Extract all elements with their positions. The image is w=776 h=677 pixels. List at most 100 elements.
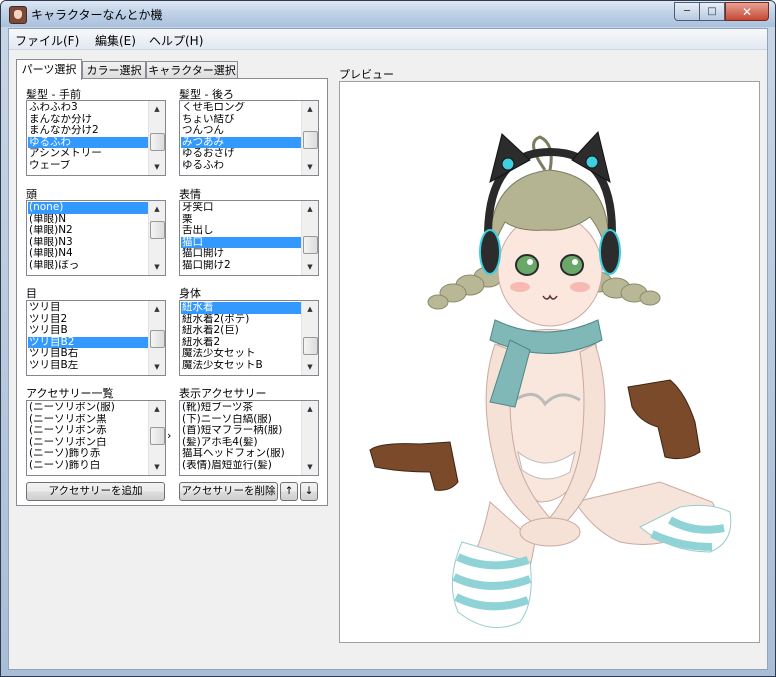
- move-down-button[interactable]: ↓: [300, 482, 318, 501]
- list-item[interactable]: 猫口開け: [181, 248, 301, 260]
- list-item[interactable]: (ニーソ)飾り赤: [28, 448, 148, 460]
- scroll-down-icon[interactable]: ▼: [302, 159, 318, 175]
- list-item[interactable]: ゆるおさげ: [181, 148, 301, 160]
- add-accessory-button[interactable]: アクセサリーを追加: [26, 482, 165, 501]
- menu-help[interactable]: ヘルプ(H): [149, 32, 203, 49]
- scroll-up-icon[interactable]: ▲: [302, 101, 318, 117]
- scroll-thumb[interactable]: [150, 330, 165, 348]
- list-expression[interactable]: 牙笑口栗舌出し 猫口 猫口開け 猫口開け2 ▲ ▼: [179, 200, 319, 276]
- vertical-scrollbar[interactable]: ▲ ▼: [148, 301, 165, 375]
- maximize-button[interactable]: □: [699, 2, 725, 21]
- minimize-button[interactable]: ─: [674, 2, 699, 21]
- scroll-thumb[interactable]: [303, 337, 318, 356]
- vertical-scrollbar[interactable]: ▲ ▼: [148, 201, 165, 275]
- list-item[interactable]: 魔法少女セット: [181, 348, 301, 360]
- list-item[interactable]: ちょい結び: [181, 114, 301, 126]
- list-item[interactable]: ツリ目: [28, 302, 148, 314]
- list-item[interactable]: ツリ目B右: [28, 348, 148, 360]
- scroll-down-icon[interactable]: ▼: [149, 159, 165, 175]
- list-body[interactable]: 紐水着 紐水着2(ボテ) 紐水着2(巨) 紐水着2 魔法少女セット 魔法少女セットB ▲ ▼: [179, 300, 319, 376]
- list-item[interactable]: (ニーソリボン(服): [28, 402, 148, 414]
- app-icon[interactable]: [9, 6, 27, 24]
- list-item[interactable]: (単眼)N2: [28, 225, 148, 237]
- list-item[interactable]: 猫口: [181, 236, 301, 249]
- vertical-scrollbar[interactable]: ▲ ▼: [301, 101, 318, 175]
- scroll-down-icon[interactable]: ▼: [302, 359, 318, 375]
- scroll-down-icon[interactable]: ▼: [149, 359, 165, 375]
- menu-edit[interactable]: 編集(E): [95, 32, 136, 49]
- list-head[interactable]: (none) (単眼)N (単眼)N2 (単眼)N3 (単眼)N4 (単眼)ぼっ ▲ ▼: [26, 200, 166, 276]
- list-item[interactable]: 猫耳ヘッドフォン(服): [181, 448, 301, 460]
- list-shown-accessories[interactable]: (靴)短ブーツ茶 (下)ニーソ白縞(服) (首)短マフラー柄(服) (髪)アホ毛4(髪…: [179, 400, 319, 476]
- move-up-button[interactable]: ↑: [280, 482, 298, 501]
- list-item[interactable]: (首)短マフラー柄(服): [181, 425, 301, 437]
- list-item[interactable]: ゆるふわ: [181, 160, 301, 172]
- list-item[interactable]: まんなか分け2: [28, 125, 148, 137]
- vertical-scrollbar[interactable]: ▲ ▼: [148, 401, 165, 475]
- list-item[interactable]: 栗: [181, 214, 301, 226]
- tab-parts[interactable]: パーツ選択: [16, 59, 82, 80]
- list-item[interactable]: みつあみ: [181, 136, 301, 149]
- list-item[interactable]: 紐水着: [181, 302, 301, 314]
- scroll-thumb[interactable]: [150, 427, 165, 446]
- list-item[interactable]: 紐水着2(ボテ): [181, 314, 301, 326]
- scroll-down-icon[interactable]: ▼: [149, 459, 165, 475]
- list-item[interactable]: (ニーソリボン赤: [28, 425, 148, 437]
- vertical-scrollbar[interactable]: ▲ ▼: [148, 101, 165, 175]
- list-item[interactable]: 舌出し: [181, 225, 301, 237]
- scroll-up-icon[interactable]: ▲: [302, 301, 318, 317]
- scroll-thumb[interactable]: [303, 131, 318, 150]
- list-item[interactable]: ツリ目2: [28, 314, 148, 326]
- list-item[interactable]: 猫口開け2: [181, 260, 301, 272]
- list-item[interactable]: ウェーブ: [28, 160, 148, 172]
- list-item[interactable]: (単眼)N4: [28, 248, 148, 260]
- vertical-scrollbar[interactable]: ▲ ▼: [301, 201, 318, 275]
- scroll-thumb[interactable]: [303, 235, 318, 254]
- list-item[interactable]: (単眼)ぼっ: [28, 260, 148, 272]
- scroll-up-icon[interactable]: ▲: [149, 101, 165, 117]
- list-item[interactable]: つんつん: [181, 125, 301, 137]
- list-hair-back[interactable]: くせ毛ロング ちょい結び つんつん みつあみ ゆるおさげ ゆるふわ ▲ ▼: [179, 100, 319, 176]
- list-item[interactable]: ツリ目B: [28, 325, 148, 337]
- scroll-down-icon[interactable]: ▼: [302, 259, 318, 275]
- scroll-thumb[interactable]: [150, 133, 165, 152]
- list-eyes[interactable]: ツリ目 ツリ目2 ツリ目B ツリ目B2 ツリ目B右 ツリ目B左 ▲ ▼: [26, 300, 166, 376]
- tab-character[interactable]: キャラクター選択: [146, 61, 238, 79]
- scroll-up-icon[interactable]: ▲: [302, 201, 318, 217]
- list-item[interactable]: (髪)アホ毛4(髪): [181, 437, 301, 449]
- list-accessories[interactable]: (ニーソリボン(服) (ニーソリボン黒 (ニーソリボン赤 (ニーソリボン白 (ニーソ)飾…: [26, 400, 166, 476]
- list-item[interactable]: ふわふわ3: [28, 102, 148, 114]
- list-item[interactable]: 牙笑口: [181, 202, 301, 214]
- list-item[interactable]: (ニーソリボン白: [28, 437, 148, 449]
- scroll-down-icon[interactable]: ▼: [149, 259, 165, 275]
- list-item[interactable]: ツリ目B2: [28, 336, 148, 349]
- list-item[interactable]: まんなか分け: [28, 114, 148, 126]
- remove-accessory-button[interactable]: アクセサリーを削除: [179, 482, 278, 501]
- list-item[interactable]: 紐水着2: [181, 337, 301, 349]
- list-item[interactable]: (表情)眉短並行(髪): [181, 460, 301, 472]
- vertical-scrollbar[interactable]: ▲ ▼: [301, 301, 318, 375]
- list-item[interactable]: くせ毛ロング: [181, 102, 301, 114]
- scroll-thumb[interactable]: [150, 220, 165, 239]
- scroll-up-icon[interactable]: ▲: [149, 401, 165, 417]
- menu-file[interactable]: ファイル(F): [15, 32, 79, 49]
- title-bar[interactable]: キャラクターなんとか機 ─ □ ✕: [1, 1, 775, 27]
- scroll-up-icon[interactable]: ▲: [302, 401, 318, 417]
- list-item[interactable]: アシンメトリー: [28, 148, 148, 160]
- scroll-up-icon[interactable]: ▲: [149, 201, 165, 217]
- list-item[interactable]: 紐水着2(巨): [181, 325, 301, 337]
- vertical-scrollbar[interactable]: ▲ ▼: [301, 401, 318, 475]
- scroll-down-icon[interactable]: ▼: [302, 459, 318, 475]
- list-item[interactable]: (none): [28, 202, 148, 214]
- list-item[interactable]: (ニーソ)飾り白: [28, 460, 148, 472]
- list-item[interactable]: (靴)短ブーツ茶: [181, 402, 301, 414]
- list-item[interactable]: (単眼)N3: [28, 237, 148, 249]
- list-item[interactable]: 魔法少女セットB: [181, 360, 301, 372]
- list-item[interactable]: ゆるふわ: [28, 136, 148, 149]
- list-item[interactable]: (ニーソリボン黒: [28, 414, 148, 426]
- list-item[interactable]: ツリ目B左: [28, 360, 148, 372]
- close-button[interactable]: ✕: [725, 2, 769, 21]
- list-item[interactable]: (単眼)N: [28, 214, 148, 226]
- scroll-up-icon[interactable]: ▲: [149, 301, 165, 317]
- list-hair-front[interactable]: ふわふわ3 まんなか分け まんなか分け2 ゆるふわ アシンメトリー ウェーブ ▲ ▼: [26, 100, 166, 176]
